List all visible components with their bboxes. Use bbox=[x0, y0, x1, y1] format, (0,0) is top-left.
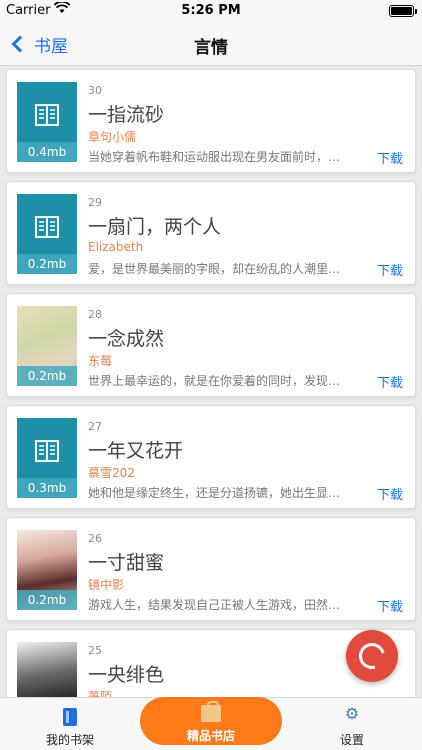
book-cover-image: 0.2mb bbox=[17, 530, 77, 610]
book-card[interactable]: 0.4mb 30 一指流砂 章句小儒 当她穿着帆布鞋和运动服出现在男友面前时，…… bbox=[6, 69, 416, 173]
book-card[interactable]: 0.2mb 26 一寸甜蜜 镜中影 游戏人生，结果发现自己正被人生游戏，田然… … bbox=[6, 517, 416, 621]
tab-label: 精品书店 bbox=[186, 729, 235, 743]
download-button[interactable]: 下载 bbox=[377, 148, 403, 167]
book-number: 30 bbox=[88, 84, 102, 97]
download-button[interactable]: 下载 bbox=[377, 260, 403, 279]
tab-label: 设置 bbox=[339, 733, 364, 747]
book-cover-image: 0.2mb bbox=[17, 306, 77, 386]
book-author: 慕雪202 bbox=[88, 466, 135, 480]
tab-settings[interactable]: ⚙ 设置 bbox=[282, 698, 422, 750]
book-title: 一年又花开 bbox=[88, 440, 184, 462]
file-size: 0.2mb bbox=[17, 254, 77, 274]
book-title: 一寸甜蜜 bbox=[88, 552, 165, 574]
book-description: 她和他是缘定终生，还是分道扬镳，她出生显… bbox=[88, 486, 341, 500]
book-description: 爱，是世界最美丽的字眼，却在纷乱的人潮里… bbox=[88, 262, 341, 276]
book-title: 一央绯色 bbox=[88, 664, 165, 686]
bookshelf-icon bbox=[63, 708, 77, 726]
gear-icon: ⚙ bbox=[344, 704, 360, 723]
page-title: 言情 bbox=[194, 38, 228, 58]
book-description: 游戏人生，结果发现自己正被人生游戏，田然… bbox=[88, 598, 341, 612]
book-title: 一念成然 bbox=[88, 328, 165, 350]
refresh-button[interactable] bbox=[346, 630, 398, 682]
file-size: 0.4mb bbox=[17, 142, 77, 162]
book-number: 29 bbox=[88, 196, 102, 209]
open-book-icon bbox=[35, 440, 59, 462]
book-title: 一指流砂 bbox=[88, 104, 165, 126]
book-author: Elizabeth bbox=[88, 240, 144, 254]
book-cover: 0.2mb bbox=[17, 194, 77, 274]
book-author: 章句小儒 bbox=[88, 130, 137, 144]
book-card[interactable]: 0.2mb 28 一念成然 东莓 世界上最幸运的，就是在你爱着的同时，发现… 下… bbox=[6, 293, 416, 397]
tab-bar: 我的书架 精品书店 ⚙ 设置 bbox=[0, 697, 422, 750]
book-description: 当她穿着帆布鞋和运动服出现在男友面前时，… bbox=[88, 150, 341, 164]
download-button[interactable]: 下载 bbox=[377, 596, 403, 615]
status-bar: Carrier 5:26 PM bbox=[0, 0, 422, 22]
book-card[interactable]: 0.3mb 27 一年又花开 慕雪202 她和他是缘定终生，还是分道扬镳，她出生… bbox=[6, 405, 416, 509]
clock: 5:26 PM bbox=[181, 3, 241, 18]
book-author: 东莓 bbox=[88, 354, 113, 368]
open-book-icon bbox=[35, 216, 59, 238]
tab-bookstore[interactable]: 精品书店 bbox=[140, 697, 282, 745]
book-description: 世界上最幸运的，就是在你爱着的同时，发现… bbox=[88, 374, 341, 388]
file-size: 0.2mb bbox=[17, 590, 77, 610]
nav-bar: 书屋 言情 bbox=[0, 22, 422, 66]
book-cover-image bbox=[17, 642, 77, 697]
tab-label: 我的书架 bbox=[45, 733, 94, 747]
open-book-icon bbox=[35, 104, 59, 126]
book-number: 26 bbox=[88, 532, 102, 545]
book-cover: 0.3mb bbox=[17, 418, 77, 498]
file-size: 0.2mb bbox=[17, 366, 77, 386]
book-cover: 0.4mb bbox=[17, 82, 77, 162]
tab-my-bookshelf[interactable]: 我的书架 bbox=[0, 698, 140, 750]
book-card[interactable]: 0.2mb 29 一扇门，两个人 Elizabeth 爱，是世界最美丽的字眼，却… bbox=[6, 181, 416, 285]
book-author: 镜中影 bbox=[88, 578, 125, 592]
book-list[interactable]: 0.4mb 30 一指流砂 章句小儒 当她穿着帆布鞋和运动服出现在男友面前时，…… bbox=[0, 67, 422, 697]
book-author: 萋陌 bbox=[88, 690, 113, 697]
book-title: 一扇门，两个人 bbox=[88, 216, 222, 238]
download-button[interactable]: 下载 bbox=[377, 372, 403, 391]
book-number: 25 bbox=[88, 644, 102, 657]
refresh-icon bbox=[354, 638, 390, 674]
book-number: 28 bbox=[88, 308, 102, 321]
download-button[interactable]: 下载 bbox=[377, 484, 403, 503]
file-size: 0.3mb bbox=[17, 478, 77, 498]
book-number: 27 bbox=[88, 420, 102, 433]
shopping-bag-icon bbox=[201, 701, 221, 722]
battery-icon bbox=[389, 5, 417, 17]
